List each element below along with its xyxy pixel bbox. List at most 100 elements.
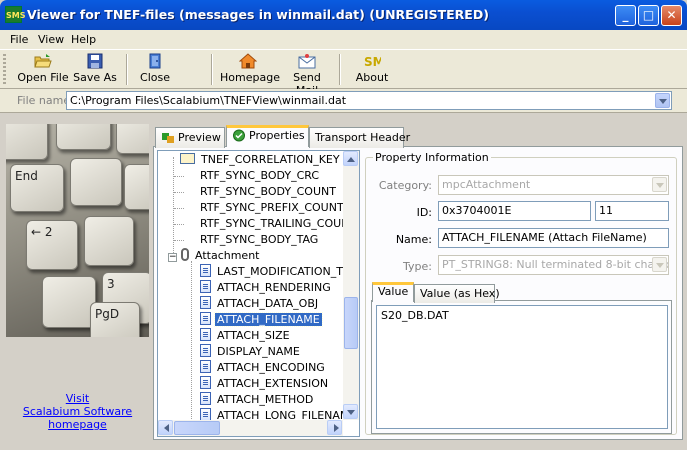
category-dropdown-button: [652, 177, 667, 192]
minimize-button[interactable]: _: [615, 5, 636, 26]
tree-item[interactable]: RTF_SYNC_PREFIX_COUNT: [198, 200, 346, 216]
about-button[interactable]: SM About: [354, 52, 390, 87]
id-value: 0x3704001E: [442, 204, 512, 217]
scroll-left-button[interactable]: [158, 420, 173, 435]
tree-line: [174, 192, 184, 193]
puzzle-icon: [162, 133, 174, 143]
tree-item[interactable]: LAST_MODIFICATION_TI: [200, 264, 348, 280]
open-file-label: Open File: [17, 71, 69, 84]
property-tree[interactable]: TNEF_CORRELATION_KEY RTF_SYNC_BODY_CRC R…: [157, 150, 360, 437]
send-mail-button[interactable]: Send Mail: [282, 52, 332, 97]
category-select: mpcAttachment: [438, 175, 669, 195]
value-text: S20_DB.DAT: [381, 309, 449, 322]
scroll-right-button[interactable]: [327, 420, 342, 435]
tree-line: [174, 240, 184, 241]
tab-value-label: Value: [378, 285, 409, 298]
visit-link-line: homepage: [48, 418, 107, 431]
envelope-icon: [180, 153, 195, 164]
tab-transport-header[interactable]: Transport Header: [309, 127, 410, 148]
minimize-icon: _: [622, 8, 629, 22]
close-window-button[interactable]: ✕: [661, 5, 682, 26]
tree-item[interactable]: TNEF_CORRELATION_KEY: [180, 152, 342, 168]
id-field[interactable]: 0x3704001E: [438, 201, 591, 221]
homepage-label: Homepage: [220, 71, 280, 84]
tree-item-attachment[interactable]: − Attachment: [168, 248, 262, 264]
visit-homepage-link[interactable]: Visit Scalabium Software homepage: [6, 392, 149, 431]
keyboard-key-pgd: PgD: [90, 302, 140, 337]
keyboard-key: [42, 276, 96, 328]
file-name-dropdown-button[interactable]: [655, 93, 670, 108]
tree-item-selected[interactable]: ATTACH_FILENAME: [200, 312, 323, 328]
file-name-combo[interactable]: C:\Program Files\Scalabium\TNEFView\winm…: [66, 91, 672, 110]
tab-preview-label: Preview: [178, 131, 221, 144]
folder-open-icon: [34, 54, 52, 68]
app-icon: SMS: [5, 6, 25, 23]
tree-item[interactable]: RTF_SYNC_BODY_COUNT: [198, 184, 338, 200]
toolbar-grip[interactable]: [3, 54, 6, 85]
homepage-button[interactable]: Homepage: [220, 52, 280, 87]
scroll-thumb[interactable]: [174, 421, 220, 435]
document-icon: [200, 280, 211, 293]
maximize-button[interactable]: □: [638, 5, 659, 26]
document-icon: [200, 376, 211, 389]
tree-item[interactable]: ATTACH_ENCODING: [200, 360, 327, 376]
category-value: mpcAttachment: [442, 178, 531, 191]
home-icon: [239, 53, 257, 69]
tab-transport-label: Transport Header: [315, 131, 411, 144]
about-icon: SM: [364, 55, 381, 69]
toolbar-separator: [211, 54, 213, 85]
open-file-button[interactable]: Open File: [17, 52, 69, 87]
name-value: ATTACH_FILENAME (Attach FileName): [442, 231, 647, 244]
left-panel: End ← 2 3 PgD Visit Scalabium Software h…: [6, 124, 149, 440]
menu-file[interactable]: File: [10, 33, 28, 46]
type-value: PT_STRING8: Null terminated 8-bit charac…: [442, 258, 669, 271]
scroll-up-button[interactable]: [343, 151, 358, 166]
tree-item[interactable]: ATTACH_EXTENSION: [200, 376, 330, 392]
title-bar[interactable]: SMS Viewer for TNEF-files (messages in w…: [0, 0, 687, 30]
tree-item[interactable]: ATTACH_SIZE: [200, 328, 292, 344]
keyboard-key: [6, 124, 48, 160]
close-button[interactable]: Close: [136, 52, 174, 87]
menu-view[interactable]: View: [38, 33, 64, 46]
menu-help[interactable]: Help: [71, 33, 96, 46]
collapse-icon[interactable]: −: [168, 253, 177, 262]
id-number-field[interactable]: 11: [595, 201, 669, 221]
document-icon: [200, 264, 211, 277]
tree-item[interactable]: DISPLAY_NAME: [200, 344, 302, 360]
mail-icon: [298, 54, 316, 69]
tab-value-hex[interactable]: Value (as Hex): [414, 284, 500, 303]
tree-item[interactable]: ATTACH_RENDERING: [200, 280, 333, 296]
tree-item[interactable]: RTF_SYNC_TRAILING_COUNT: [198, 216, 358, 232]
keyboard-key-end: End: [10, 164, 64, 212]
keyboard-key: [84, 216, 134, 266]
floppy-disk-icon: [87, 53, 103, 69]
tab-properties[interactable]: Properties: [226, 125, 309, 147]
tree-item[interactable]: ATTACH_DATA_OBJ: [200, 296, 320, 312]
name-field[interactable]: ATTACH_FILENAME (Attach FileName): [438, 228, 669, 248]
tree-vertical-scrollbar[interactable]: [343, 151, 359, 420]
keyboard-key: [56, 124, 111, 150]
close-icon: ✕: [666, 8, 677, 22]
value-text-area[interactable]: S20_DB.DAT: [376, 305, 668, 429]
save-as-button[interactable]: Save As: [72, 52, 118, 87]
tree-line: [174, 208, 184, 209]
tree-line: [191, 261, 192, 421]
visit-link-line: Scalabium Software: [22, 405, 133, 418]
scroll-down-button[interactable]: [343, 404, 358, 419]
tree-item[interactable]: ATTACH_METHOD: [200, 392, 315, 408]
tab-preview[interactable]: Preview: [155, 127, 225, 148]
document-icon: [200, 312, 211, 325]
document-icon: [200, 296, 211, 309]
tree-horizontal-scrollbar[interactable]: [158, 420, 343, 436]
tree-item[interactable]: RTF_SYNC_BODY_CRC: [198, 168, 321, 184]
tab-value[interactable]: Value: [372, 282, 414, 302]
tree-item[interactable]: RTF_SYNC_BODY_TAG: [198, 232, 320, 248]
keyboard-key: [70, 158, 122, 206]
keyboard-key-2: ← 2: [26, 220, 78, 270]
scroll-thumb[interactable]: [344, 297, 358, 349]
id-label: ID:: [416, 206, 432, 219]
category-label: Category:: [378, 179, 432, 192]
menu-bar: File View Help: [0, 30, 687, 49]
paperclip-icon: [181, 248, 189, 261]
tree-line: [174, 176, 184, 177]
